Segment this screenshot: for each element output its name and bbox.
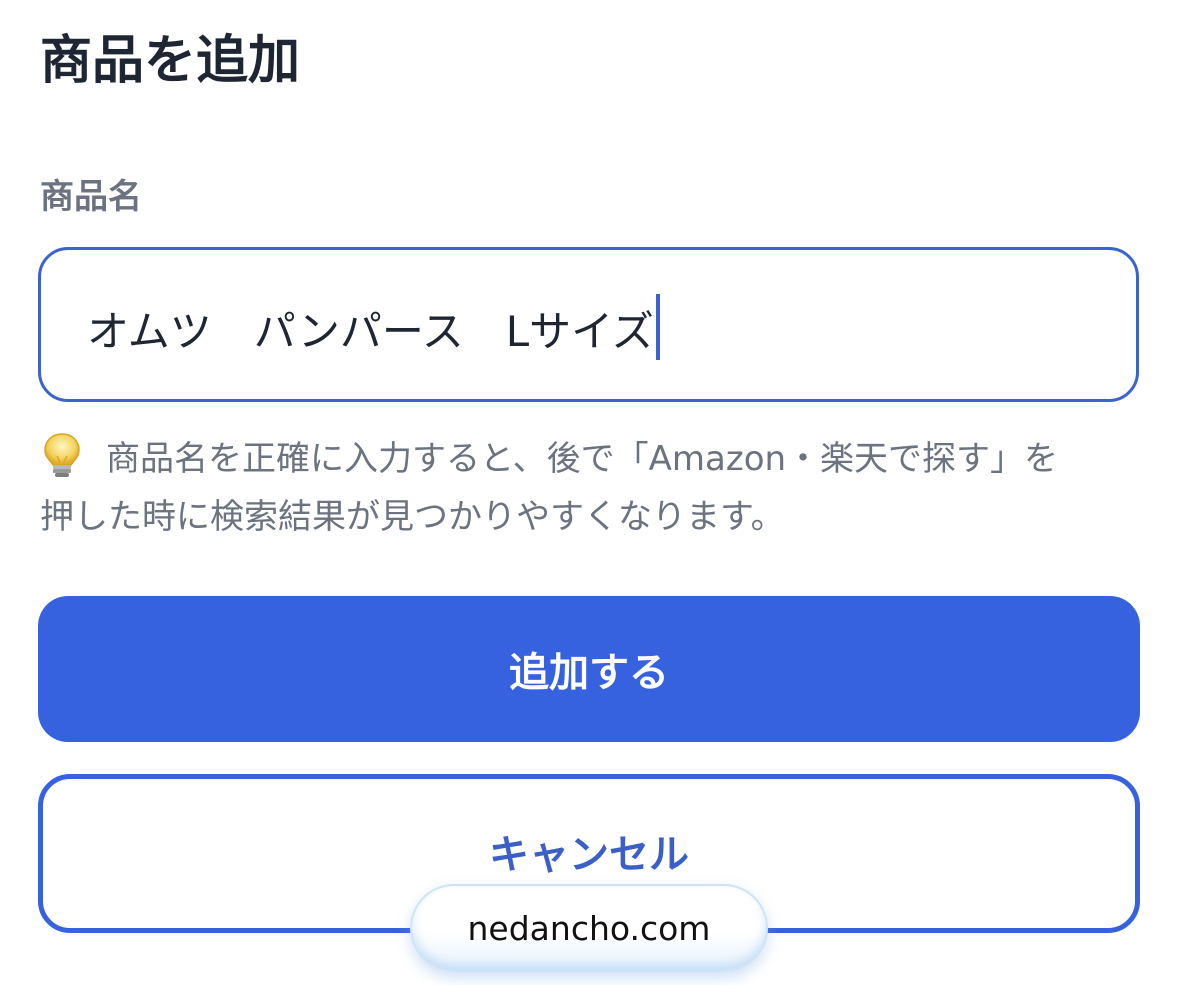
hint-line-1: 商品名を正確に入力すると、後で「Amazon・楽天で探す」を: [106, 439, 1059, 479]
product-name-field[interactable]: オムツ パンパース Lサイズ: [38, 247, 1139, 402]
add-button[interactable]: 追加する: [38, 596, 1140, 742]
product-name-value: オムツ パンパース Lサイズ: [87, 307, 654, 356]
product-name-input[interactable]: オムツ パンパース Lサイズ: [87, 294, 660, 360]
product-name-label: 商品名: [40, 177, 142, 217]
hint-line-2: 押した時に検索結果が見つかりやすくなります。: [40, 497, 785, 537]
watermark-badge: nedancho.com: [410, 884, 768, 972]
watermark-text: nedancho.com: [467, 909, 711, 948]
page-title: 商品を追加: [40, 31, 301, 91]
cancel-button-label: キャンセル: [489, 831, 689, 878]
hint-text: 商品名を正確に入力すると、後で「Amazon・楽天で探す」を押した時に検索結果が…: [40, 430, 1130, 546]
text-cursor: [655, 294, 660, 360]
lightbulb-icon: [40, 432, 84, 480]
